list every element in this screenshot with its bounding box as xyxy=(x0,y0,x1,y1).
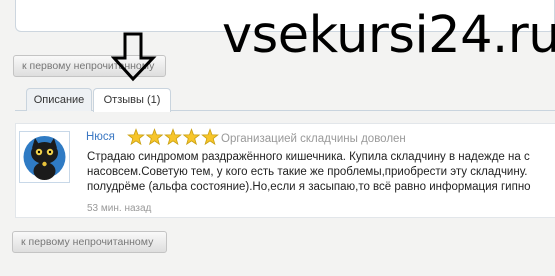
review-text-line: полудрёме (альфа состояние).Но,если я за… xyxy=(87,181,531,193)
tab-description[interactable]: Описание xyxy=(26,88,92,111)
rating-text: Организацией складчины доволен xyxy=(221,133,406,145)
avatar[interactable] xyxy=(19,131,70,183)
black-cat-avatar-icon xyxy=(23,136,66,180)
review-text-line: Страдаю синдромом раздражённого кишечник… xyxy=(87,151,530,163)
star-icon xyxy=(164,128,182,146)
tab-reviews[interactable]: Отзывы (1) xyxy=(93,88,171,112)
star-icon xyxy=(182,128,201,146)
site-watermark: vsekursi24.ru xyxy=(222,6,555,65)
star-icon xyxy=(127,128,145,146)
jump-to-first-unread-button-bottom[interactable]: к первому непрочитанному xyxy=(12,231,167,253)
star-rating xyxy=(127,128,219,146)
review-timestamp: 53 мин. назад xyxy=(87,203,152,214)
star-icon xyxy=(201,128,219,146)
star-icon xyxy=(145,128,164,146)
arrow-down-icon xyxy=(111,32,157,82)
review-text-line: насовсем.Советую тем, у кого есть такие … xyxy=(87,166,528,178)
review-author-link[interactable]: Нюся xyxy=(86,131,115,143)
